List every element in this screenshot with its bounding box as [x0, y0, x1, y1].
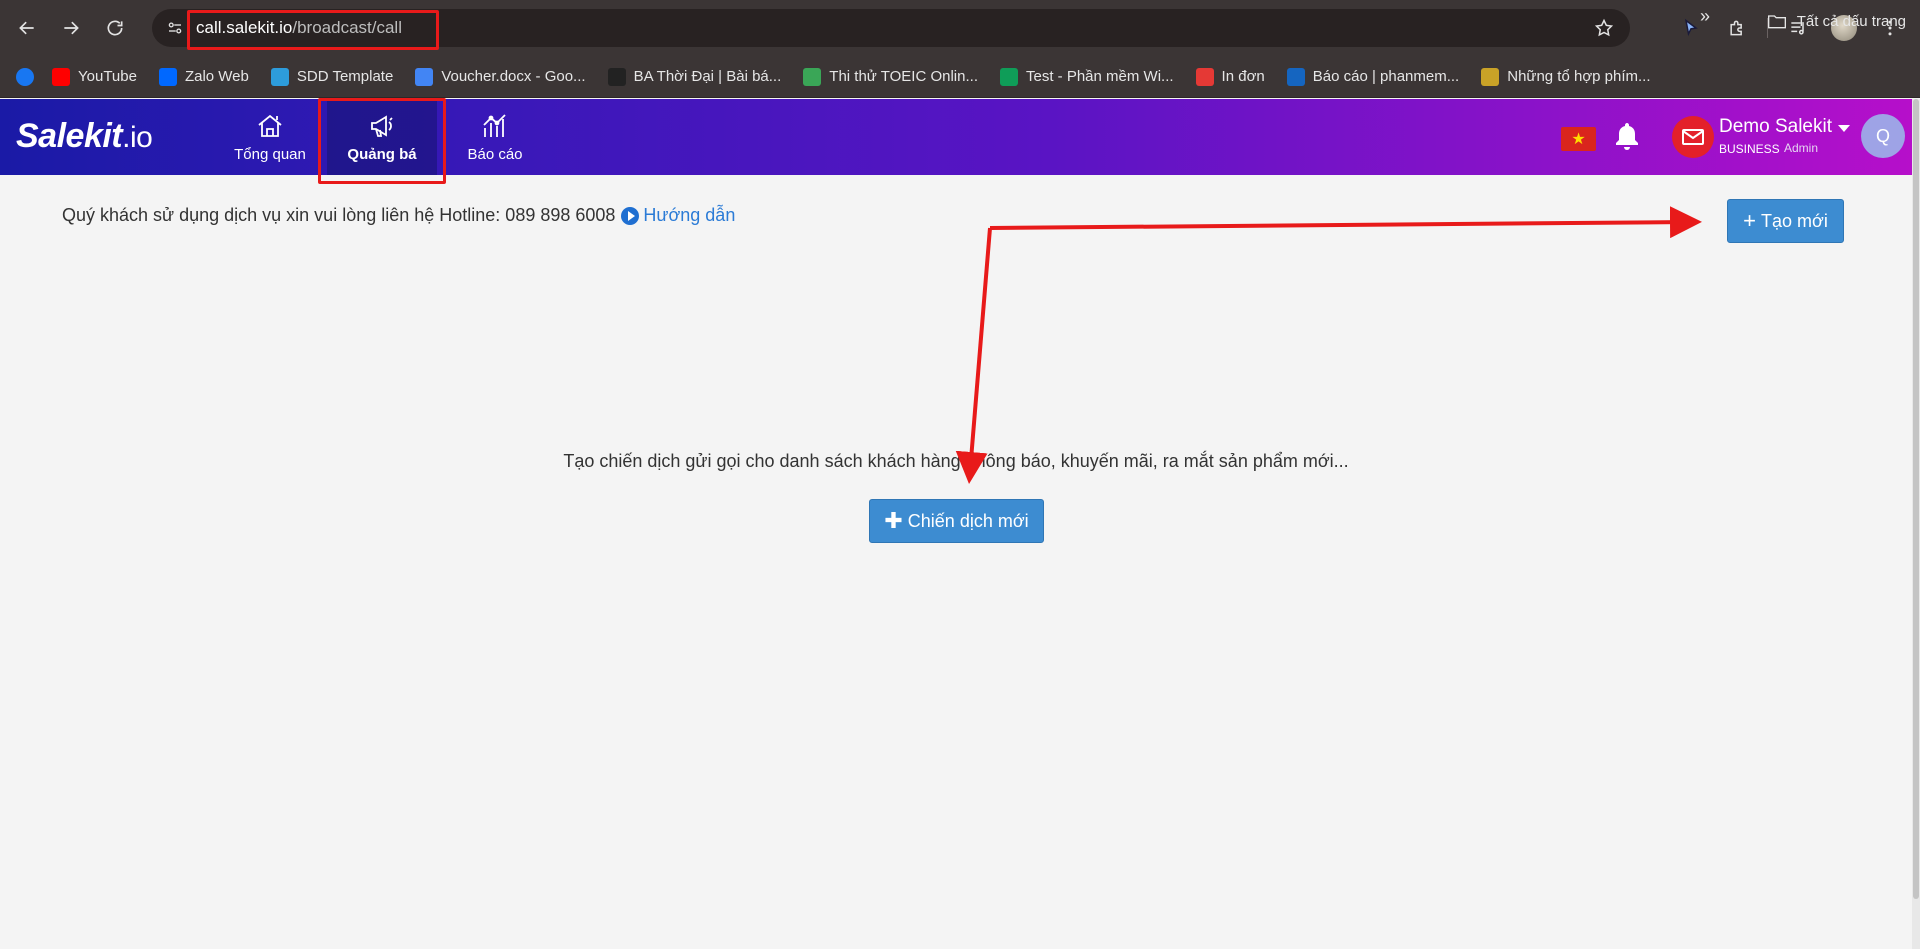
arrow-left-icon	[19, 21, 34, 35]
bookmark-item[interactable]	[14, 62, 38, 92]
guide-link[interactable]: Hướng dẫn	[621, 205, 735, 226]
star-icon	[1594, 18, 1614, 37]
bookmark-label: In đơn	[1221, 68, 1265, 85]
back-button[interactable]	[10, 11, 44, 45]
create-new-button[interactable]: + Tạo mới	[1727, 199, 1844, 243]
youtube-icon	[52, 67, 70, 86]
bookmark-item[interactable]: Những tổ hợp phím...	[1473, 62, 1658, 92]
user-role: Admin	[1784, 141, 1819, 155]
reload-button[interactable]	[98, 11, 132, 45]
app-header: Salekit.io Tổng quan Quảng bá Báo cáo ★ …	[0, 99, 1912, 175]
report-icon	[1286, 67, 1305, 86]
logo-main: Salekit	[16, 117, 123, 155]
chart-icon	[483, 113, 506, 137]
salekit-logo[interactable]: Salekit.io	[16, 117, 153, 156]
all-bookmarks-label: Tất cả dấu trang	[1796, 12, 1906, 30]
toeic-icon	[803, 67, 822, 86]
new-campaign-button[interactable]: ✚ Chiến dịch mới	[869, 499, 1044, 543]
nav-report-label: Báo cáo	[467, 145, 523, 163]
create-new-label: Tạo mới	[1761, 210, 1828, 231]
hotline-notice: Quý khách sử dụng dịch vụ xin vui lòng l…	[62, 205, 735, 226]
empty-state-message: Tạo chiến dịch gửi gọi cho danh sách khá…	[563, 451, 1349, 471]
docs-icon	[415, 67, 434, 86]
url-annotation-box	[187, 10, 439, 50]
bookmark-item[interactable]: SDD Template	[263, 62, 401, 92]
guide-label: Hướng dẫn	[643, 205, 736, 225]
logo-suffix: .io	[122, 121, 153, 154]
nav-overview[interactable]: Tổng quan	[222, 99, 318, 175]
print-icon	[1195, 67, 1214, 86]
bookmark-label: Test - Phần mềm Wi...	[1026, 68, 1174, 85]
bookmark-label: YouTube	[78, 68, 137, 85]
hotline-text: Quý khách sử dụng dịch vụ xin vui lòng l…	[62, 205, 616, 225]
folder-icon	[1767, 15, 1786, 29]
keyboard-icon	[1481, 67, 1500, 86]
bookmark-label: Voucher.docx - Goo...	[441, 68, 586, 85]
nav-annotation-box	[318, 98, 446, 184]
extensions-button[interactable]	[1721, 12, 1753, 44]
avatar[interactable]: Q	[1861, 114, 1905, 158]
puzzle-icon	[1730, 20, 1742, 36]
bookmark-star-button[interactable]	[1594, 18, 1614, 43]
bookmarks-bar: YouTube Zalo Web SDD Template Voucher.docx …	[0, 56, 1920, 98]
home-icon	[258, 114, 282, 137]
bookmark-label: Thi thử TOEIC Onlin...	[829, 68, 978, 85]
mail-button[interactable]	[1672, 116, 1714, 158]
bookmark-item[interactable]: Test - Phần mềm Wi...	[992, 62, 1182, 92]
user-name[interactable]: Demo Salekit	[1719, 116, 1832, 138]
template-icon	[270, 67, 289, 86]
plus-icon: +	[1743, 208, 1757, 233]
play-circle-icon	[621, 206, 640, 225]
nav-overview-label: Tổng quan	[234, 145, 306, 163]
all-bookmarks-button[interactable]: Tất cả dấu trang	[1767, 6, 1906, 36]
user-plan: BUSINESS	[1719, 142, 1780, 156]
notification-button[interactable]	[1614, 121, 1640, 156]
bookmarks-overflow-button[interactable]: »	[1700, 6, 1710, 27]
cursor-icon	[1684, 18, 1698, 37]
reload-icon	[107, 20, 123, 36]
site-info-button[interactable]	[162, 15, 188, 41]
bookmark-label: Báo cáo | phanmem...	[1312, 68, 1460, 85]
tune-icon	[168, 22, 182, 34]
bookmark-item[interactable]: Zalo Web	[151, 62, 257, 92]
facebook-icon	[16, 67, 34, 86]
arrow-right-icon	[64, 21, 79, 35]
arrow-to-create-button	[989, 206, 1702, 239]
bookmark-item[interactable]: BA Thời Đại | Bài bá...	[600, 62, 790, 92]
bookmark-label: BA Thời Đại | Bài bá...	[633, 68, 782, 85]
zalo-icon	[158, 67, 177, 86]
arrow-to-campaign-button	[955, 227, 992, 484]
bookmark-item[interactable]: Voucher.docx - Goo...	[407, 62, 593, 92]
sheets-icon	[1000, 67, 1018, 86]
mail-icon	[1682, 129, 1704, 145]
nav-report[interactable]: Báo cáo	[448, 99, 542, 175]
bookmark-label: Zalo Web	[184, 68, 249, 85]
new-campaign-label: Chiến dịch mới	[907, 510, 1029, 531]
vietnam-flag-icon[interactable]: ★	[1561, 127, 1596, 151]
bell-icon	[1616, 123, 1638, 150]
chevron-down-icon[interactable]	[1838, 125, 1850, 132]
ba-icon	[607, 67, 626, 86]
bookmark-item[interactable]: YouTube	[44, 62, 145, 92]
scrollbar-thumb[interactable]	[1913, 99, 1919, 899]
bookmark-label: SDD Template	[296, 68, 394, 85]
bookmark-item[interactable]: Thi thử TOEIC Onlin...	[795, 62, 986, 92]
plus-icon: ✚	[884, 508, 903, 533]
bookmark-item[interactable]: In đơn	[1188, 62, 1273, 92]
forward-button[interactable]	[54, 11, 88, 45]
bookmark-item[interactable]: Báo cáo | phanmem...	[1279, 62, 1467, 92]
bookmark-label: Những tổ hợp phím...	[1507, 68, 1651, 85]
